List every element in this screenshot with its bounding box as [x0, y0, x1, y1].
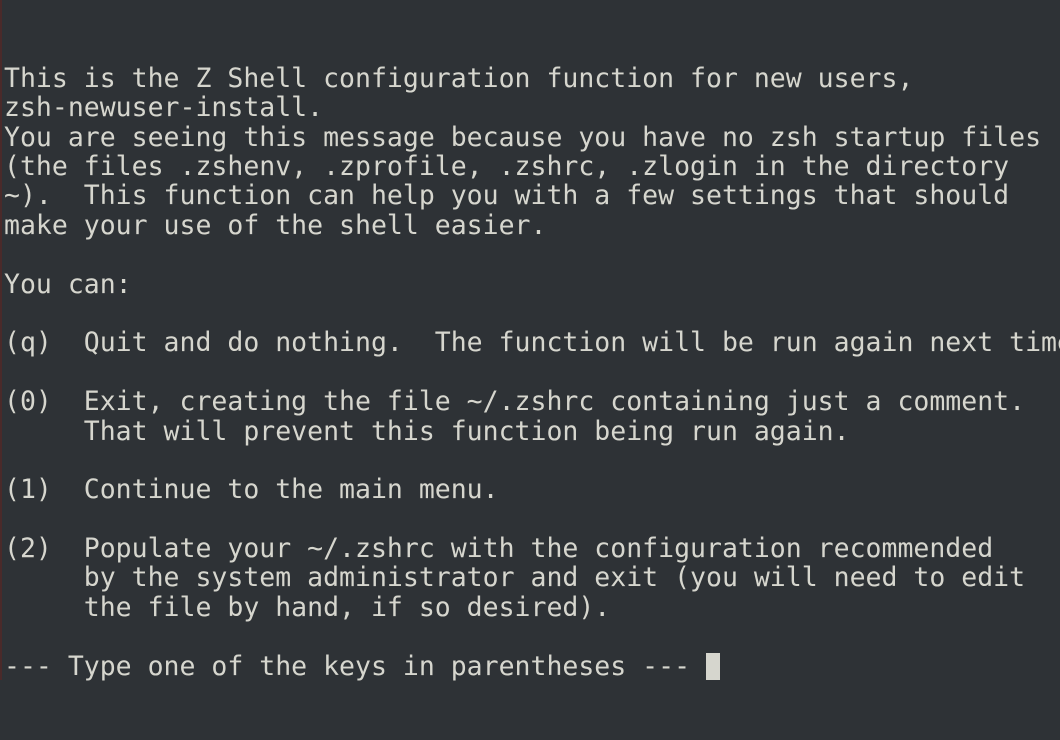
- terminal-output: This is the Z Shell configuration functi…: [4, 5, 1060, 740]
- terminal-line: (q) Quit and do nothing. The function wi…: [4, 327, 1060, 359]
- terminal-window[interactable]: This is the Z Shell configuration functi…: [0, 0, 1060, 681]
- terminal-line: (0) Exit, creating the file ~/.zshrc con…: [4, 386, 1026, 418]
- terminal-line: zsh-newuser-install.: [4, 92, 324, 124]
- prompt-text: --- Type one of the keys in parentheses …: [4, 650, 706, 682]
- terminal-line: You can:: [4, 268, 132, 300]
- terminal-line: (2) Populate your ~/.zshrc with the conf…: [4, 533, 994, 565]
- terminal-line: ~). This function can help you with a fe…: [4, 180, 1010, 212]
- text-cursor: [706, 652, 720, 680]
- terminal-line: the file by hand, if so desired).: [4, 591, 611, 623]
- terminal-line: That will prevent this function being ru…: [4, 415, 850, 447]
- terminal-line: This is the Z Shell configuration functi…: [4, 62, 914, 94]
- prompt-line[interactable]: --- Type one of the keys in parentheses …: [4, 650, 1060, 682]
- terminal-line: by the system administrator and exit (yo…: [4, 562, 1026, 594]
- terminal-line: (1) Continue to the main menu.: [4, 474, 499, 506]
- terminal-line: (the files .zshenv, .zprofile, .zshrc, .…: [4, 150, 1010, 182]
- terminal-line: make your use of the shell easier.: [4, 209, 547, 241]
- terminal-line: You are seeing this message because you …: [4, 121, 1042, 153]
